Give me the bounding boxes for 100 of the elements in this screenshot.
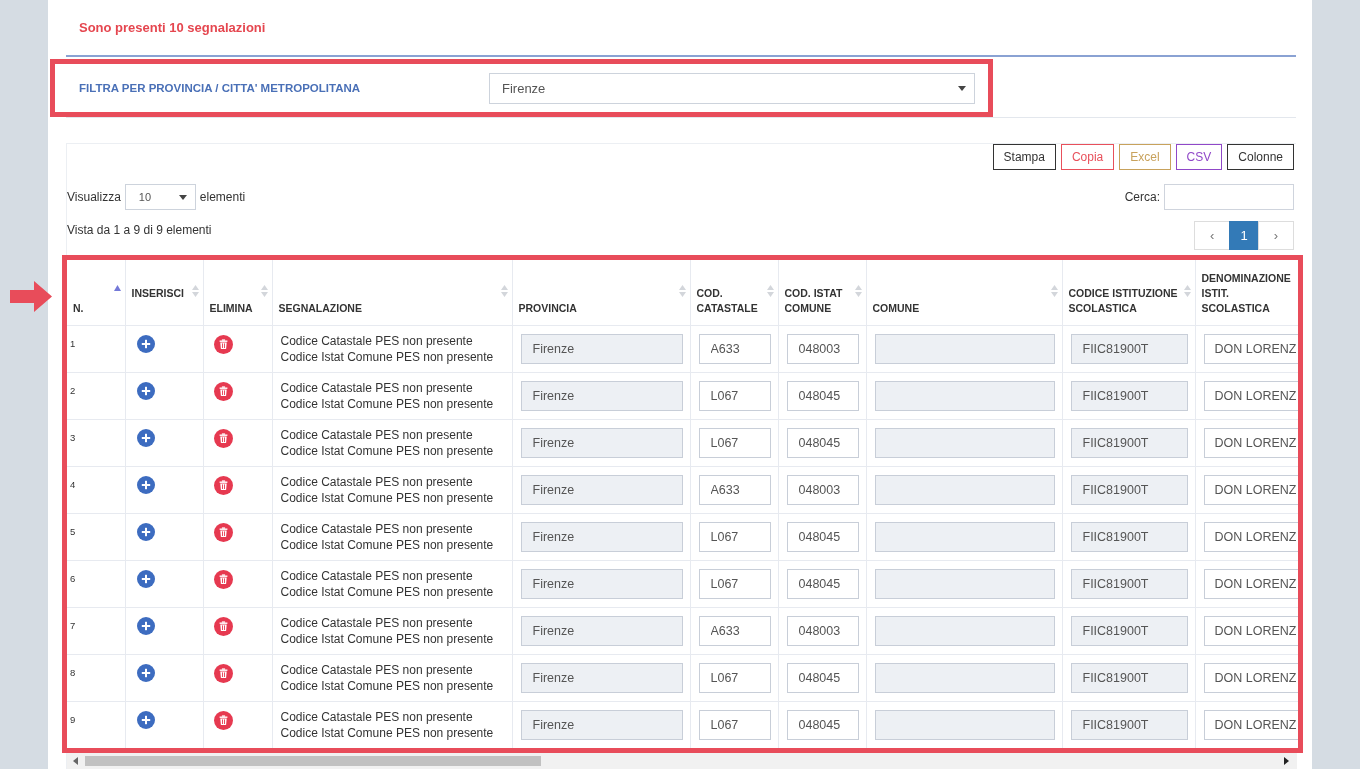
input-field[interactable]: DON LORENZ [1203, 568, 1298, 599]
trash-icon[interactable] [213, 381, 233, 401]
toolbar-button[interactable]: CSV [1175, 144, 1223, 170]
input-field[interactable] [874, 333, 1055, 364]
scroll-right-icon[interactable] [1284, 757, 1289, 765]
column-header[interactable]: N. [73, 300, 84, 316]
input-field[interactable]: L067 [698, 521, 771, 552]
input-field[interactable]: L067 [698, 568, 771, 599]
input-field[interactable]: 048045 [786, 662, 859, 693]
trash-icon[interactable] [213, 334, 233, 354]
input-field[interactable]: Firenze [520, 380, 683, 411]
input-field[interactable] [874, 380, 1055, 411]
page-button[interactable]: › [1257, 221, 1294, 250]
column-header[interactable]: INSERISCI [131, 285, 184, 301]
input-field[interactable]: DON LORENZ [1203, 615, 1298, 646]
input-field[interactable]: Firenze [520, 427, 683, 458]
input-field[interactable]: 048003 [786, 615, 859, 646]
page-button[interactable]: 1 [1229, 221, 1259, 250]
input-field[interactable]: FIIC81900T [1070, 521, 1188, 552]
input-field[interactable]: FIIC81900T [1070, 662, 1188, 693]
input-field[interactable]: DON LORENZ [1203, 662, 1298, 693]
column-header[interactable]: CODICE ISTITUZIONE SCOLASTICA [1068, 285, 1178, 316]
toolbar-button[interactable]: Colonne [1227, 144, 1294, 170]
input-field[interactable]: Firenze [520, 662, 683, 693]
trash-icon[interactable] [213, 710, 233, 730]
column-header[interactable]: SEGNALAZIONE [278, 300, 362, 316]
scrollbar-thumb[interactable] [85, 756, 541, 766]
plus-circle-icon[interactable] [136, 334, 155, 353]
column-header[interactable]: COMUNE [872, 300, 920, 316]
input-field[interactable]: FIIC81900T [1070, 568, 1188, 599]
input-field[interactable]: 048045 [786, 427, 859, 458]
input-field[interactable] [874, 474, 1055, 505]
input-field[interactable]: L067 [698, 709, 771, 740]
province-select[interactable]: Firenze [489, 72, 975, 104]
input-field[interactable] [874, 568, 1055, 599]
input-field[interactable]: FIIC81900T [1070, 380, 1188, 411]
toolbar-button[interactable]: Copia [1060, 144, 1115, 170]
plus-circle-icon[interactable] [136, 475, 155, 494]
input-field[interactable]: A633 [698, 333, 771, 364]
input-field[interactable]: L067 [698, 662, 771, 693]
input-field[interactable]: Firenze [520, 521, 683, 552]
input-field[interactable]: Firenze [520, 474, 683, 505]
input-field[interactable]: 048045 [786, 568, 859, 599]
trash-icon[interactable] [213, 475, 233, 495]
input-field[interactable]: A633 [698, 615, 771, 646]
input-field[interactable]: 048003 [786, 333, 859, 364]
column-header[interactable]: COD. ISTAT COMUNE [784, 285, 843, 316]
input-field[interactable]: FIIC81900T [1070, 615, 1188, 646]
sort-icon[interactable] [113, 285, 121, 291]
scroll-left-icon[interactable] [73, 757, 78, 765]
input-field[interactable]: Firenze [520, 615, 683, 646]
page-length-select[interactable]: 10 [124, 184, 196, 210]
trash-icon[interactable] [213, 663, 233, 683]
input-field[interactable] [874, 521, 1055, 552]
plus-circle-icon[interactable] [136, 522, 155, 541]
toolbar-button[interactable]: Stampa [992, 144, 1056, 170]
column-header[interactable]: COD. CATASTALE [696, 285, 758, 316]
input-field[interactable] [874, 662, 1055, 693]
column-header[interactable]: DENOMINAZIONE ISTIT. SCOLASTICA [1201, 270, 1291, 316]
message-text: Codice Istat Comune PES non presente [280, 583, 494, 600]
column-header[interactable]: ELIMINA [209, 300, 253, 316]
input-field[interactable]: 048045 [786, 709, 859, 740]
input-field[interactable]: Firenze [520, 709, 683, 740]
input-field[interactable] [874, 615, 1055, 646]
input-field[interactable]: Firenze [520, 333, 683, 364]
input-field[interactable]: Firenze [520, 568, 683, 599]
input-field[interactable]: L067 [698, 380, 771, 411]
input-field[interactable]: DON LORENZ [1203, 333, 1298, 364]
plus-circle-icon[interactable] [136, 428, 155, 447]
trash-icon[interactable] [213, 616, 233, 636]
input-field[interactable]: 048045 [786, 521, 859, 552]
message-text: Codice Catastale PES non presente [280, 708, 473, 725]
input-field[interactable] [874, 709, 1055, 740]
plus-circle-icon[interactable] [136, 381, 155, 400]
trash-icon[interactable] [213, 522, 233, 542]
column-header[interactable]: PROVINCIA [518, 300, 577, 316]
horizontal-scrollbar[interactable] [67, 753, 1297, 769]
plus-circle-icon[interactable] [136, 710, 155, 729]
input-field[interactable]: 048045 [786, 380, 859, 411]
input-field[interactable]: A633 [698, 474, 771, 505]
plus-circle-icon[interactable] [136, 616, 155, 635]
input-field[interactable]: DON LORENZ [1203, 427, 1298, 458]
input-field[interactable]: FIIC81900T [1070, 709, 1188, 740]
input-field[interactable]: DON LORENZ [1203, 380, 1298, 411]
input-field[interactable]: FIIC81900T [1070, 474, 1188, 505]
input-field[interactable]: FIIC81900T [1070, 333, 1188, 364]
input-field[interactable]: 048003 [786, 474, 859, 505]
input-field[interactable]: DON LORENZ [1203, 521, 1298, 552]
plus-circle-icon[interactable] [136, 663, 155, 682]
trash-icon[interactable] [213, 428, 233, 448]
input-field[interactable] [874, 427, 1055, 458]
input-field[interactable]: FIIC81900T [1070, 427, 1188, 458]
input-field[interactable]: DON LORENZ [1203, 709, 1298, 740]
input-field[interactable]: DON LORENZ [1203, 474, 1298, 505]
input-field[interactable]: L067 [698, 427, 771, 458]
search-field[interactable] [1164, 184, 1294, 210]
plus-circle-icon[interactable] [136, 569, 155, 588]
trash-icon[interactable] [213, 569, 233, 589]
page-button[interactable]: ‹ [1194, 221, 1231, 250]
message-text: Codice Istat Comune PES non presente [280, 677, 494, 694]
